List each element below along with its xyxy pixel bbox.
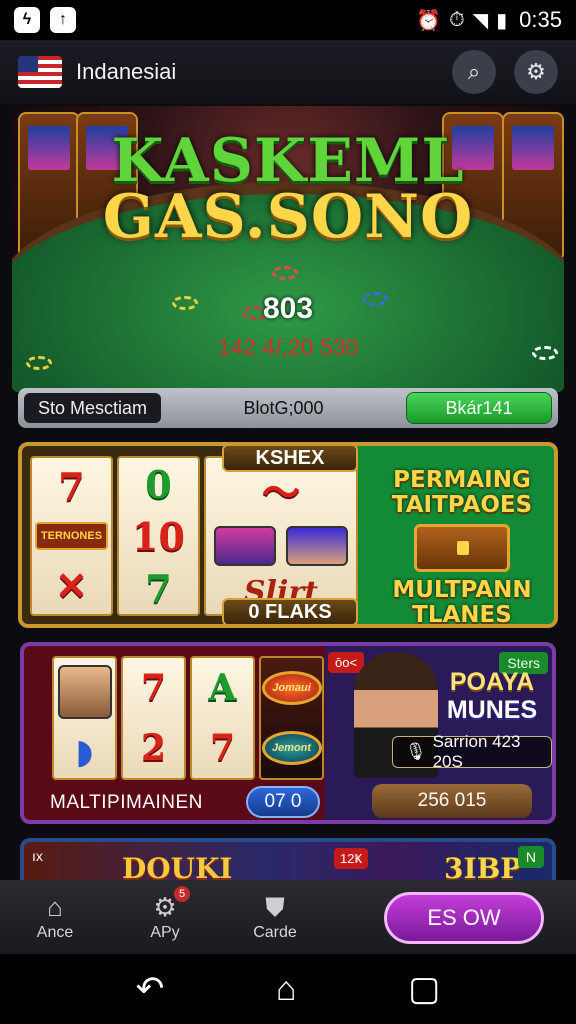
reel: 7 2: [121, 656, 186, 780]
letter-a-symbol-icon: A: [208, 667, 237, 709]
reel: 7 TERNONES ✕: [30, 456, 113, 616]
clock: 0:35: [519, 7, 562, 32]
reel: Jomaui Jemont: [259, 656, 324, 780]
home-icon: ⌂: [47, 892, 63, 922]
shield-icon: ⛊: [265, 892, 285, 922]
nav-item-apy[interactable]: ⚙ 5 APy: [110, 886, 220, 942]
status-bar: ϟ ↑ ⏰ ⏱ ◥ ▮ 0:35: [0, 0, 576, 40]
timer-icon: ⏱: [449, 8, 465, 31]
character-icon: [57, 664, 112, 719]
ten-symbol-icon: 10: [132, 513, 185, 559]
balance-label: BlotG;000: [243, 397, 324, 418]
nav-label: Ance: [36, 924, 74, 941]
app-header: Indanesiai ⌕ ⚙: [0, 40, 576, 104]
wifi-icon: ◥: [472, 9, 489, 32]
reel-badge: TERNONES: [34, 521, 109, 550]
bonus-wheel-icon: Jemont: [261, 731, 322, 765]
game-tag: N: [517, 846, 544, 868]
flaks-plate: 0 FLAKS: [222, 598, 358, 624]
chip-icon: [272, 266, 298, 280]
slot-game-card[interactable]: 7 TERNONES ✕ 0 10 7 〜 Slirt KSHEX 0 FLAK…: [18, 442, 558, 628]
session-info: 🎙 Sarrion 423 20S: [392, 732, 552, 771]
info-bar: Sto Mesctiam BlotG;000 Bkár141: [18, 388, 558, 428]
game-title-line2: MUNES: [446, 696, 538, 724]
microphone-icon: 🎙: [405, 742, 427, 761]
table-number: 803: [262, 292, 314, 325]
seven-symbol-icon: 7: [145, 565, 172, 611]
alarm-icon: ⏰: [416, 9, 442, 32]
nav-item-carde[interactable]: ⛊ Carde: [220, 892, 330, 942]
reels: 7 TERNONES ✕ 0 10 7 〜 Slirt: [30, 456, 358, 616]
hero-title-line2: GAS.SONO: [102, 182, 474, 252]
promo-panel: PERMAING TAITPAOES MULTPANN TLANES: [370, 446, 554, 625]
promo-subtitle: MULTPANN TLANES: [392, 577, 532, 628]
bonus-wheel-icon: Jomaui: [261, 671, 322, 705]
reel: ◗: [52, 656, 117, 780]
two-symbol-icon: 2: [140, 727, 167, 769]
game-name-plate: KSHEX: [222, 446, 358, 472]
home-nav-icon[interactable]: ⌂: [276, 970, 297, 1009]
system-nav-bar: ↶ ⌂ ▢: [0, 954, 576, 1024]
reel: A 7: [190, 656, 255, 780]
gear-icon: ⚙: [153, 892, 177, 922]
nav-item-home[interactable]: ⌂ Ance: [0, 892, 110, 942]
seven-symbol-icon: 7: [209, 727, 236, 769]
reel: 0 10 7: [116, 456, 200, 616]
gear-icon: ⚙: [526, 59, 546, 84]
seven-symbol-icon: 7: [58, 464, 85, 510]
nav-label: Carde: [253, 924, 297, 941]
reel: 〜 Slirt: [203, 456, 358, 616]
battery-icon: ▮: [496, 9, 508, 32]
primary-cta-button[interactable]: ES OW: [384, 892, 544, 944]
seven-symbol-icon: 7: [140, 667, 167, 709]
hero-banner[interactable]: KASKEML GAS.SONO 803 142 4/,20 530: [12, 106, 564, 392]
slot-game-card[interactable]: ◗ 7 2 A 7 Jomaui Jemont ōo< Sters POAYA …: [20, 642, 556, 824]
region-title[interactable]: Indanesiai: [76, 59, 176, 85]
game-tag: ıx: [32, 848, 43, 864]
portrait-symbols: [213, 525, 348, 566]
zero-symbol-icon: 0: [145, 461, 172, 507]
promo-title: PERMAING TAITPAOES: [391, 467, 533, 518]
bow-symbol-icon: ✕: [55, 562, 88, 608]
notification-app-icon: ϟ: [14, 7, 40, 33]
reels: ◗ 7 2 A 7 Jomaui Jemont: [52, 656, 324, 780]
mode-pill[interactable]: Sto Mesctiam: [24, 393, 162, 423]
upload-icon: ↑: [50, 7, 76, 33]
jackpot-pill[interactable]: 256 015: [372, 784, 532, 818]
jackpot-value: 256 015: [417, 790, 487, 811]
nav-label: APy: [150, 924, 180, 941]
notification-badge: 5: [174, 886, 190, 902]
recents-icon[interactable]: ▢: [408, 969, 440, 1009]
portrait-icon: [285, 525, 348, 566]
settings-button[interactable]: ⚙: [514, 50, 558, 94]
treasure-chest-icon: [414, 524, 510, 572]
horn-icon: ◗: [75, 731, 94, 772]
game-tag: ōo<: [328, 652, 365, 673]
hero-sub-number: 142 4/,20 530: [217, 334, 359, 360]
search-icon: ⌕: [467, 59, 481, 84]
play-button[interactable]: Bkár141: [406, 392, 552, 424]
portrait-icon: [213, 525, 276, 566]
back-icon[interactable]: ↶: [136, 969, 165, 1009]
game-title: POAYA MUNES: [428, 668, 552, 724]
bottom-nav: ⌂ Ance ⚙ 5 APy ⛊ Carde ES OW: [0, 880, 576, 954]
search-button[interactable]: ⌕: [452, 50, 496, 94]
language-flag-icon[interactable]: [18, 56, 62, 88]
game-tag: 12Ҝ: [334, 848, 369, 869]
game-label: MALTIPIMAINEN: [50, 792, 203, 813]
session-text: Sarrion 423 20S: [432, 732, 521, 771]
game-title-line1: POAYA: [449, 668, 535, 696]
bet-pill[interactable]: 07 0: [246, 786, 320, 818]
